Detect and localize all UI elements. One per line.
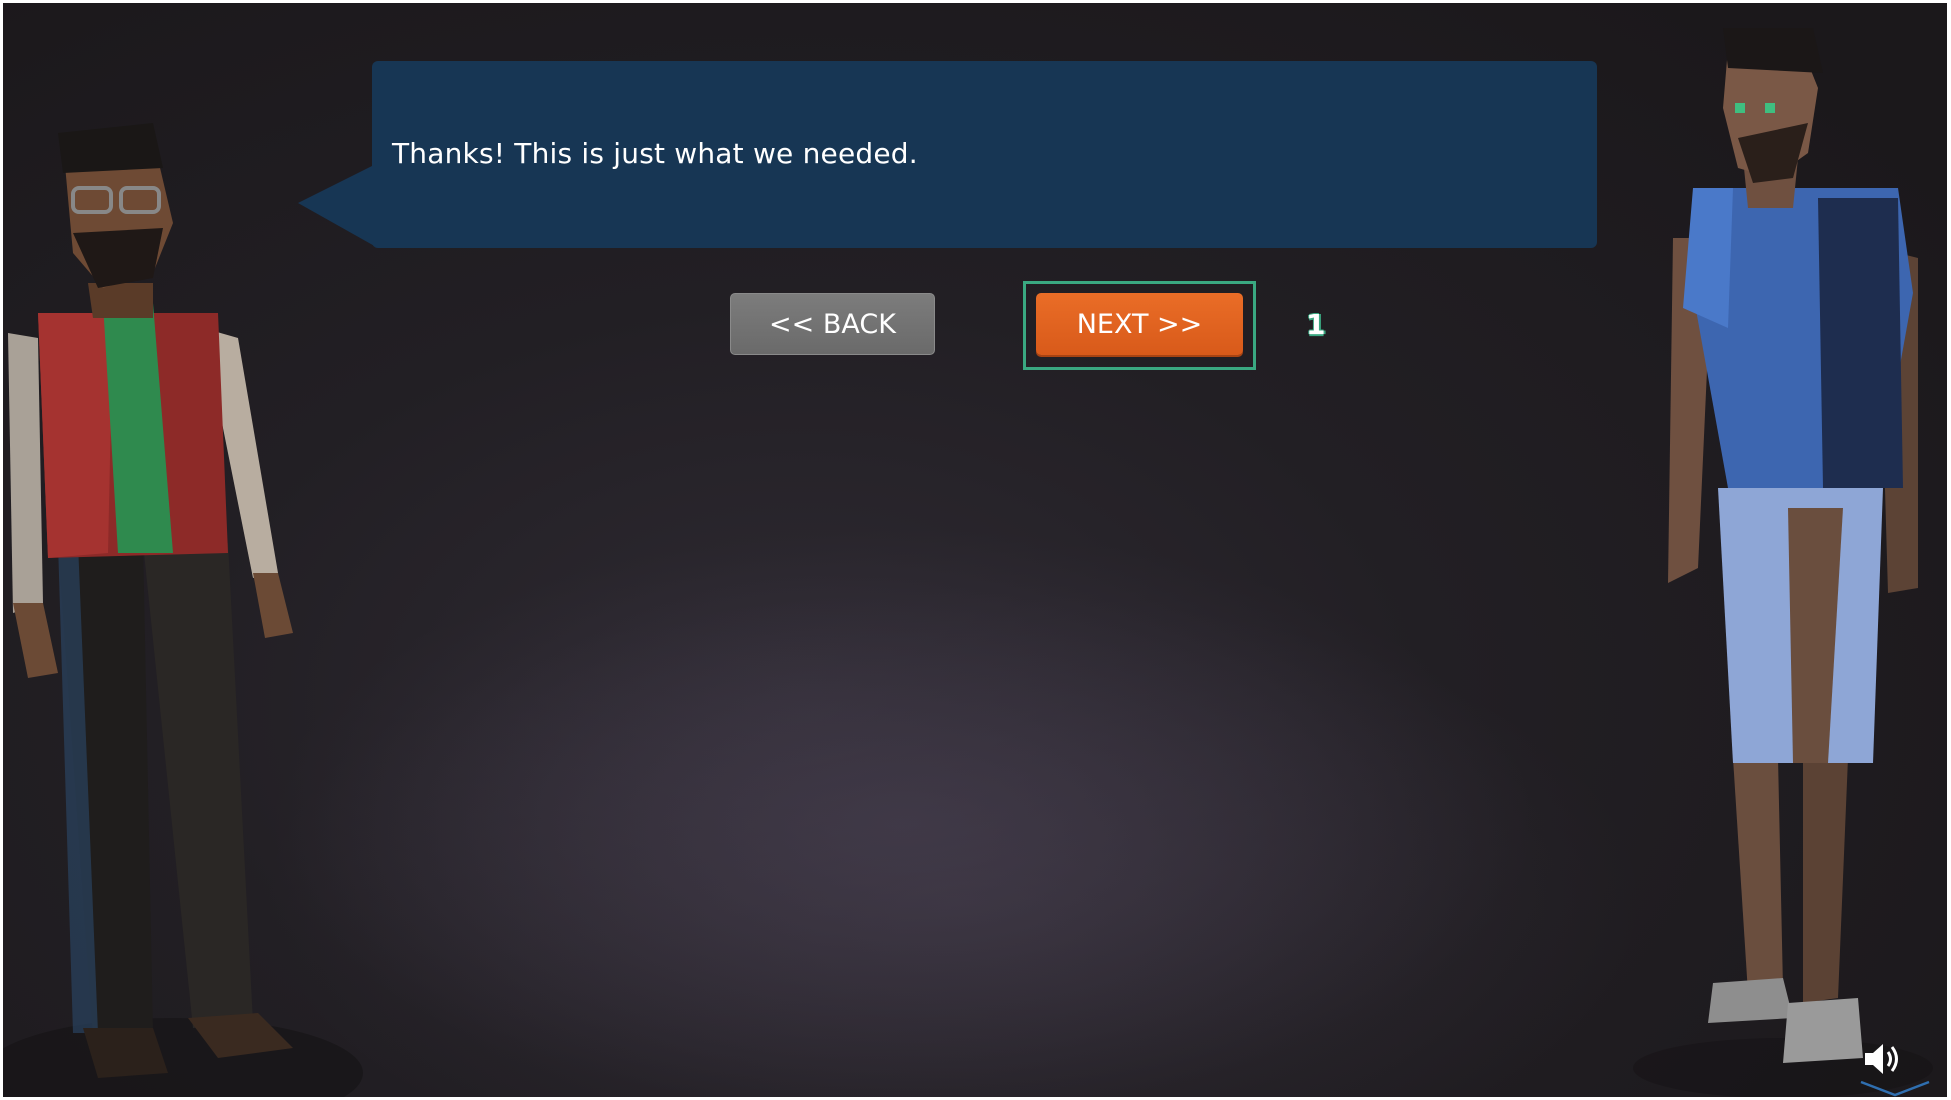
right-character	[1633, 28, 1933, 1097]
next-button[interactable]: NEXT >>	[1036, 293, 1243, 355]
dialog-bubble: Thanks! This is just what we needed.	[372, 61, 1597, 248]
back-button[interactable]: << BACK	[730, 293, 935, 355]
chevron-down-icon[interactable]	[1859, 1079, 1931, 1097]
dialog-text: Thanks! This is just what we needed.	[392, 137, 918, 170]
speaker-icon[interactable]	[1861, 1039, 1905, 1079]
left-character	[3, 123, 363, 1097]
game-scene: Thanks! This is just what we needed. << …	[3, 3, 1947, 1097]
step-counter-badge: 1	[1306, 308, 1326, 341]
floor-light	[203, 563, 1703, 1097]
